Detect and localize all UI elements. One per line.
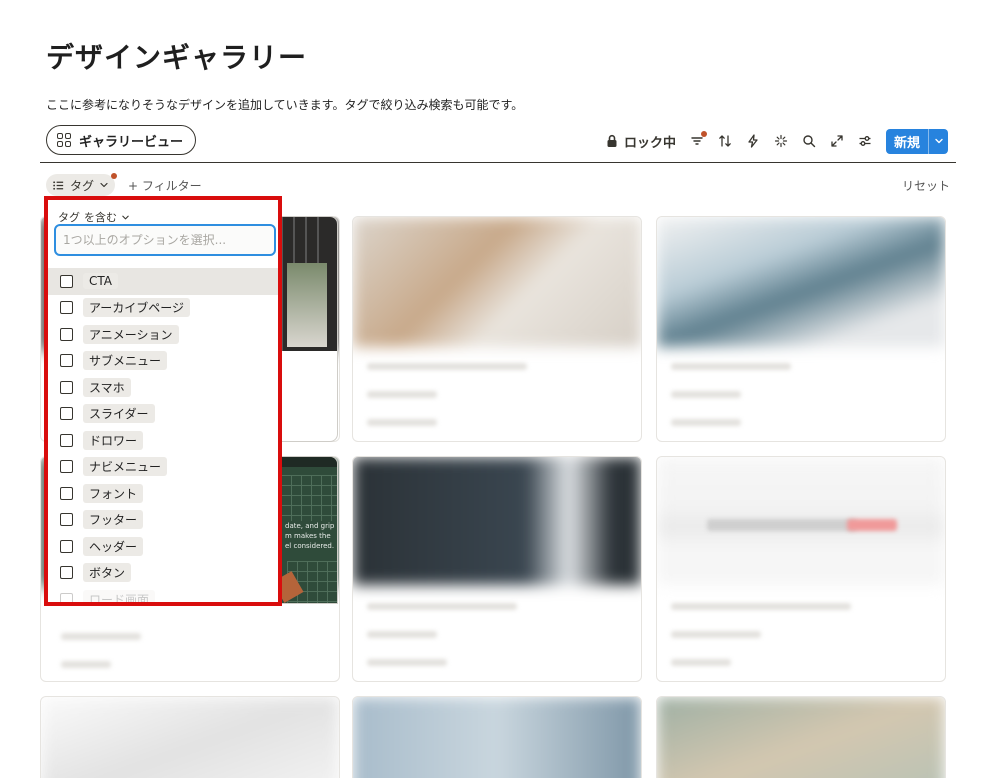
option-search-input[interactable] <box>54 224 276 256</box>
checkbox[interactable] <box>60 566 73 580</box>
card-text-line: el considered. <box>285 542 335 550</box>
tag-option-label: ヘッダー <box>83 536 144 556</box>
condition-operator: を含む <box>84 211 117 224</box>
checkbox[interactable] <box>60 592 73 602</box>
chevron-down-icon <box>100 182 108 188</box>
lock-icon <box>605 134 619 148</box>
card-image: date, and grip in all m makes the el con… <box>273 457 337 603</box>
checkbox[interactable] <box>60 354 73 368</box>
checkbox[interactable] <box>60 486 73 500</box>
expand-icon[interactable] <box>830 134 844 148</box>
add-filter-button[interactable]: + フィルター <box>128 177 202 194</box>
tag-option[interactable]: ロード画面 <box>48 586 278 602</box>
checkbox[interactable] <box>60 433 73 447</box>
tag-option-label: ボタン <box>83 563 132 583</box>
list-icon <box>53 180 64 190</box>
checkbox[interactable] <box>60 380 73 394</box>
tag-option-label: ナビメニュー <box>83 457 168 477</box>
settings-icon[interactable] <box>858 134 872 148</box>
tag-option[interactable]: ヘッダー <box>48 533 278 560</box>
tag-option-label: フッター <box>83 510 144 530</box>
chevron-down-icon <box>934 138 943 144</box>
checkbox[interactable] <box>60 539 73 553</box>
grid-icon <box>57 133 71 147</box>
tag-filter-label: タグ <box>70 178 95 193</box>
tag-option[interactable]: ドロワー <box>48 427 278 454</box>
tag-option[interactable]: サブメニュー <box>48 348 278 375</box>
tag-option[interactable]: スマホ <box>48 374 278 401</box>
tag-option[interactable]: スライダー <box>48 401 278 428</box>
gallery-card[interactable] <box>352 216 642 442</box>
card-text-line: date, and grip in all <box>285 522 337 530</box>
option-list: CTA アーカイブページ アニメーション サブメニュー スマホ スライダー ドロ… <box>48 268 278 602</box>
tag-option[interactable]: ボタン <box>48 560 278 587</box>
header-divider <box>40 162 956 163</box>
new-entry-button[interactable]: 新規 <box>886 129 928 154</box>
tag-option[interactable]: CTA <box>48 268 278 295</box>
tag-option[interactable]: フォント <box>48 480 278 507</box>
ai-sparkle-icon[interactable] <box>774 134 788 148</box>
gallery-view-label: ギャラリービュー <box>79 134 184 150</box>
tag-option[interactable]: アーカイブページ <box>48 295 278 322</box>
tag-option-label: スライダー <box>83 404 155 424</box>
checkbox[interactable] <box>60 327 73 341</box>
active-indicator-dot <box>111 173 118 179</box>
add-filter-label: フィルター <box>141 179 202 193</box>
tag-option-label: ロード画面 <box>83 589 156 602</box>
reset-button[interactable]: リセット <box>902 177 950 194</box>
gallery-card[interactable] <box>40 696 340 778</box>
checkbox[interactable] <box>60 274 73 288</box>
gallery-card[interactable] <box>656 696 946 778</box>
filter-bar: タグ + フィルター リセット <box>46 172 950 196</box>
tag-option-label: サブメニュー <box>83 351 168 371</box>
checkbox[interactable] <box>60 513 73 527</box>
lock-status-button[interactable]: ロック中 <box>605 132 676 151</box>
card-text-line: m makes the <box>285 532 331 540</box>
tag-option[interactable]: アニメーション <box>48 321 278 348</box>
gallery-card[interactable] <box>656 456 946 682</box>
active-indicator-dot <box>700 131 707 137</box>
checkbox[interactable] <box>60 460 73 474</box>
chevron-down-icon <box>122 215 129 219</box>
gallery-card[interactable] <box>656 216 946 442</box>
tag-option[interactable]: ナビメニュー <box>48 454 278 481</box>
checkbox[interactable] <box>60 407 73 421</box>
search-icon[interactable] <box>802 134 816 148</box>
tag-option-label: ドロワー <box>83 430 144 450</box>
tag-option-label: フォント <box>83 483 144 503</box>
filter-icon[interactable] <box>690 131 707 148</box>
plus-icon: + <box>128 179 139 193</box>
tag-option-label: CTA <box>83 273 118 290</box>
sort-icon[interactable] <box>718 134 732 148</box>
condition-field: タグ <box>58 211 80 224</box>
card-image <box>273 217 337 351</box>
tag-filter-chip[interactable]: タグ <box>46 173 118 196</box>
new-dropdown-button[interactable] <box>928 128 948 154</box>
new-button: 新規 <box>885 128 948 154</box>
tag-option[interactable]: フッター <box>48 507 278 534</box>
gallery-card[interactable] <box>352 696 642 778</box>
tag-option-label: アニメーション <box>83 324 179 344</box>
gallery-card[interactable] <box>352 456 642 682</box>
page-description: ここに参考になりそうなデザインを追加していきます。タグで絞り込み検索も可能です。 <box>46 98 524 112</box>
lock-label: ロック中 <box>623 135 676 151</box>
tag-option-label: スマホ <box>83 377 131 397</box>
page-title: デザインギャラリー <box>46 41 308 74</box>
tag-option-label: アーカイブページ <box>83 298 191 318</box>
automation-icon[interactable] <box>746 134 760 148</box>
database-toolbar: ロック中 新規 <box>605 128 948 154</box>
checkbox[interactable] <box>60 301 73 315</box>
gallery-view-tab[interactable]: ギャラリービュー <box>46 125 197 155</box>
filter-condition[interactable]: タグ を含む <box>58 209 130 225</box>
tag-filter-popup: タグ を含む CTA アーカイブページ アニメーション サブメニュー スマホ ス… <box>44 196 282 606</box>
